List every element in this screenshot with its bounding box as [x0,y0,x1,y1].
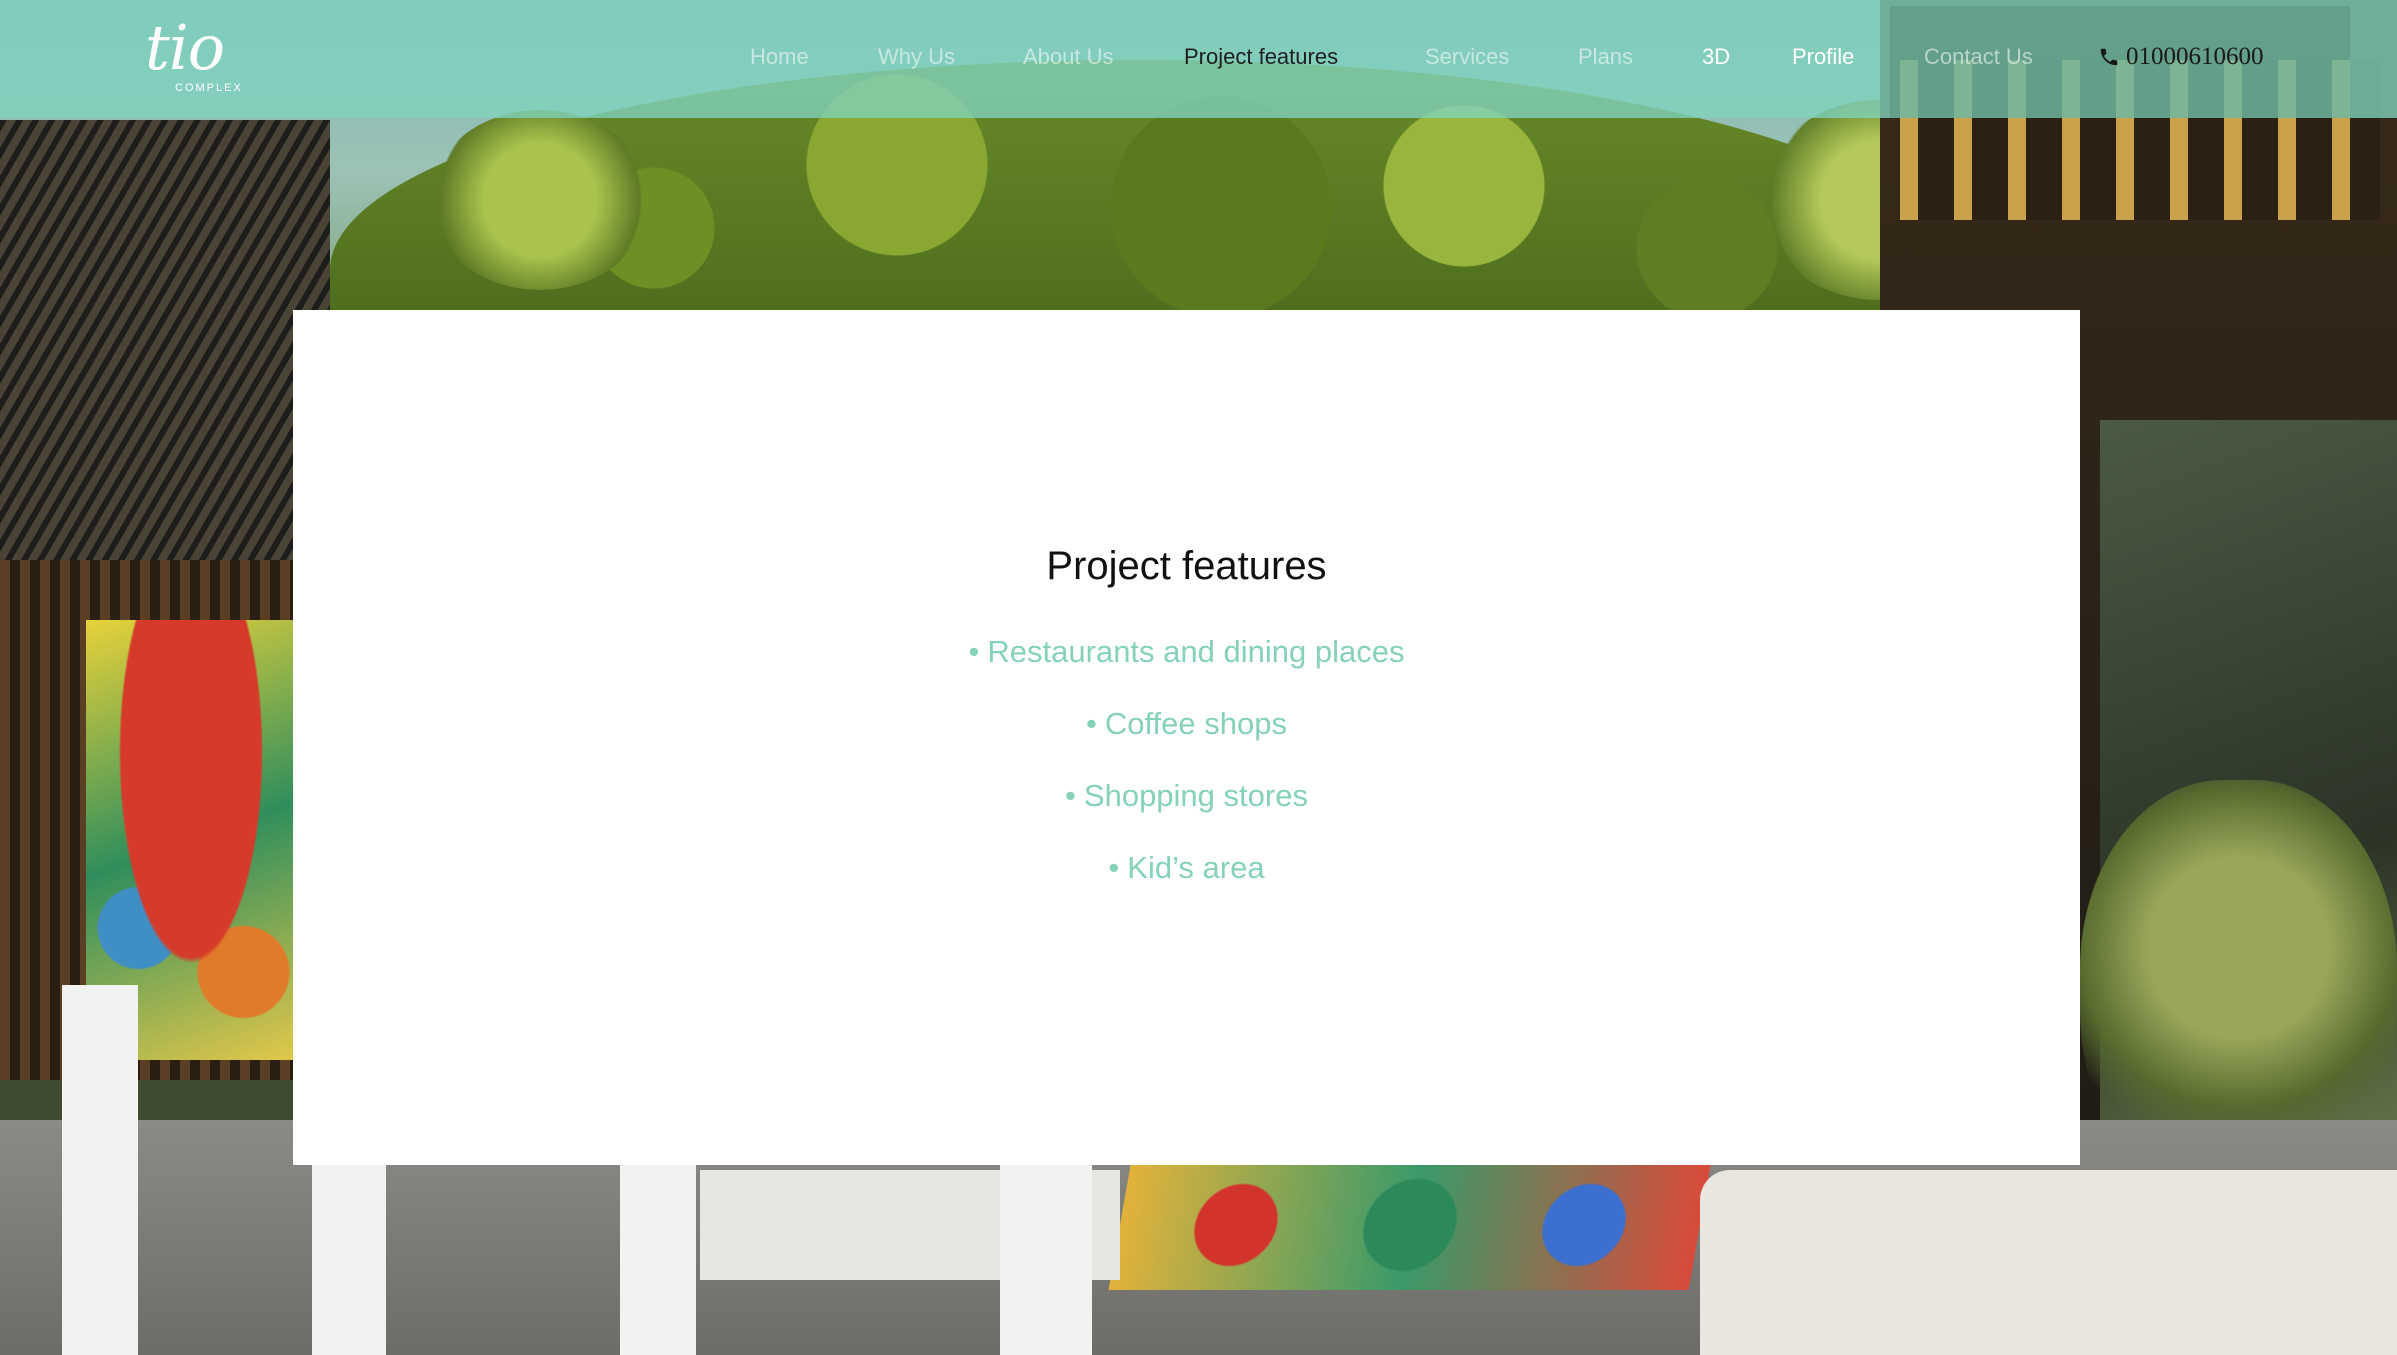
nav-3d[interactable]: 3D [1702,42,1730,72]
bollard [62,985,138,1355]
feature-list: • Restaurants and dining places • Coffee s… [293,628,2080,928]
phone-link[interactable]: 01000610600 [2098,42,2264,72]
phone-icon [2100,48,2118,66]
nav-why-us[interactable]: Why Us [878,42,955,72]
nav-profile[interactable]: Profile [1792,42,1854,72]
list-item: • Coffee shops [293,700,2080,772]
feature-label: Shopping stores [1083,778,1308,813]
list-item: • Shopping stores [293,772,2080,844]
feature-label: Coffee shops [1104,706,1287,741]
nav-about-us[interactable]: About Us [1023,42,1114,72]
feature-label: Kid’s area [1127,850,1265,885]
nav-contact-us[interactable]: Contact Us [1924,42,2033,72]
nav-project-features[interactable]: Project features [1184,42,1338,72]
bullet-glyph: • [1065,778,1076,813]
bullet-glyph: • [1086,706,1097,741]
phone-number: 01000610600 [2126,43,2264,70]
feature-label: Restaurants and dining places [987,634,1405,669]
list-item: • Kid’s area [293,844,2080,916]
site-logo[interactable]: tio COMPLEX [145,16,255,100]
logo-wordmark: tio [145,11,225,84]
logo-subtitle: COMPLEX [175,82,243,94]
top-navbar: tio COMPLEX Home Why Us About Us Project… [0,0,2397,118]
nav-plans[interactable]: Plans [1578,42,1633,72]
palm-tree-left [430,110,650,290]
nav-services[interactable]: Services [1425,42,1509,72]
bullet-glyph: • [968,634,980,669]
bollard [1000,1160,1092,1355]
bollard [620,1160,696,1355]
page: tio COMPLEX Home Why Us About Us Project… [0,0,2397,1355]
bench-right [1700,1170,2397,1355]
graffiti-floor [1108,1160,1712,1290]
page-title: Project features [1046,544,1327,588]
list-item: • Restaurants and dining places [293,628,2080,700]
nav-home[interactable]: Home [750,42,809,72]
bollard [312,1160,386,1355]
bullet-glyph: • [1108,850,1120,885]
features-card: Project features • Restaurants and dining… [293,310,2080,1165]
